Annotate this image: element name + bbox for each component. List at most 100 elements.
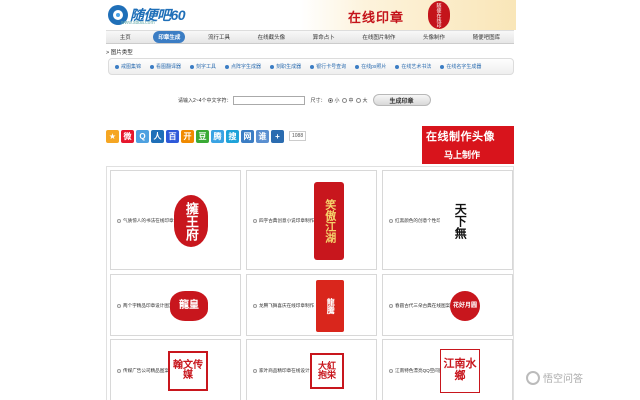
size-label: 尺寸： (310, 97, 326, 104)
category-link[interactable]: 刻职生成器 (270, 63, 301, 70)
seal-text-input[interactable] (233, 95, 306, 105)
category-link[interactable]: 戒图集锦 (115, 63, 141, 70)
seal-template-option[interactable]: 龙腾飞舞喜庆在线印章制作 (253, 303, 314, 309)
nav-item[interactable]: 主页 (115, 31, 136, 43)
plus-icon[interactable]: + (271, 129, 284, 143)
nav-item[interactable]: 在线截头像 (253, 31, 291, 43)
kaixin-icon[interactable]: 开 (181, 129, 194, 143)
banner-title: 在线印章 (348, 10, 405, 25)
seal-preview-image: 翰文传媒 (168, 351, 208, 391)
seal-template-card[interactable]: 江南特色漂亮QQ空间图案 江南水鄉 (382, 339, 513, 400)
baidu-icon[interactable]: 百 (166, 129, 179, 143)
seal-template-grid: 气质惊人的书法在线印章设计 擁王府 四字古典创意小说印章制作 笑傲江湖 红黑颜色的创意个… (106, 166, 514, 400)
nav-item[interactable]: 头像制作 (418, 31, 450, 43)
seal-template-option[interactable]: 四字古典创意小说印章制作 (253, 218, 314, 224)
bullet-icon (225, 64, 230, 69)
star-icon[interactable]: ★ (106, 129, 119, 143)
category-link[interactable]: 看图翻译器 (150, 63, 181, 70)
seal-template-card[interactable]: 气质惊人的书法在线印章设计 擁王府 (110, 170, 241, 270)
category-link[interactable]: 点阵字生成器 (225, 63, 261, 70)
category-link-label: 戒图集锦 (121, 64, 142, 70)
seal-preview-image: 江南水鄉 (440, 349, 480, 393)
seal-template-card[interactable]: 两个字精品印章设计图案 龍皇 (110, 274, 241, 336)
category-link-label: 在线名字生成器 (446, 64, 482, 70)
seal-template-card[interactable]: 红黑颜色的创意个性印章设计 天下無 (382, 170, 513, 270)
seal-template-option[interactable]: 春圆古代三朵古典在线图案 (389, 303, 450, 309)
seal-template-option[interactable]: 两个字精品印章设计图案 (117, 303, 174, 309)
seal-template-card[interactable]: 家叶商品精印章在线设计 大紅抱栄 (246, 339, 377, 400)
logo-url: www.sbba.com (121, 20, 155, 26)
template-radio[interactable] (253, 369, 257, 373)
template-radio[interactable] (389, 369, 393, 373)
template-radio[interactable] (117, 304, 121, 308)
category-panel: > 图片类型 戒图集锦 看图翻译器 刻字工具 点阵字生成器 刻职生成器 银行卡号查询 在线p… (106, 46, 514, 80)
main-nav: 主页 印章生成 流行工具 在线截头像 算命占卜 在线图片制作 头像制作 随便吧图库 (106, 30, 514, 44)
template-radio[interactable] (253, 219, 257, 223)
size-radio[interactable] (327, 97, 333, 103)
seal-preview-image: 天下無 (440, 197, 480, 245)
category-link[interactable]: 刻字工具 (190, 63, 216, 70)
seal-preview-image: 擁王府 (174, 195, 208, 247)
template-radio[interactable] (389, 219, 393, 223)
size-radio[interactable] (355, 97, 361, 103)
sohu-icon[interactable]: 搜 (226, 129, 239, 143)
category-title: > 图片类型 (106, 50, 133, 56)
bullet-icon (440, 64, 445, 69)
category-link-label: 刻职生成器 (276, 64, 302, 70)
douban-icon[interactable]: 豆 (196, 129, 209, 143)
weibo-icon[interactable]: 微 (121, 129, 134, 143)
seal-template-card[interactable]: 龙腾飞舞喜庆在线印章制作 龍騰 (246, 274, 377, 336)
category-link[interactable]: 在线ps照片 (355, 63, 386, 70)
netease-icon[interactable]: 网 (241, 129, 254, 143)
nav-item[interactable]: 在线图片制作 (357, 31, 400, 43)
seal-template-option[interactable]: 家叶商品精印章在线设计 (253, 368, 310, 374)
category-link[interactable]: 在线名字生成器 (440, 63, 481, 70)
tencent-icon[interactable]: 腾 (211, 129, 224, 143)
template-caption: 家叶商品精印章在线设计 (259, 368, 310, 373)
size-radio-label: 小 (334, 97, 340, 104)
banner-seal: 随便在线印 (428, 1, 450, 29)
template-caption: 龙腾飞舞喜庆在线印章制作 (259, 303, 315, 308)
bullet-icon (310, 64, 315, 69)
text-input-label: 请输入2~4个中文字符： (178, 97, 232, 104)
seal-preview-image: 花好月圆 (450, 291, 480, 321)
bullet-icon (115, 64, 119, 69)
ad-headline: 在线制作头像 (426, 131, 495, 143)
share-bar: ★ 微 Q 人百开豆腾搜网谁 +1088 (106, 129, 307, 143)
watermark-text: 悟空问答 (543, 374, 583, 385)
template-radio[interactable] (253, 304, 257, 308)
nav-item[interactable]: 算命占卜 (308, 31, 340, 43)
category-bar: 戒图集锦 看图翻译器 刻字工具 点阵字生成器 刻职生成器 银行卡号查询 在线ps照片 在线艺术… (108, 58, 514, 75)
generate-seal-button[interactable]: 生成印章 (372, 94, 431, 106)
share-count: 1088 (289, 131, 307, 141)
seal-preview-image: 龍騰 (316, 280, 344, 332)
template-radio[interactable] (389, 304, 393, 308)
nav-item[interactable]: 随便吧图库 (468, 31, 506, 43)
watermark-logo-icon (526, 370, 540, 385)
seal-preview-image: 龍皇 (170, 291, 208, 321)
template-caption: 四字古典创意小说印章制作 (259, 218, 315, 223)
size-options: 小中大 (327, 97, 368, 104)
template-radio[interactable] (117, 219, 121, 223)
renren-icon[interactable]: 人 (151, 129, 164, 143)
size-selector: 尺寸： 小 中 大 (310, 97, 368, 104)
category-link[interactable]: 银行卡号查询 (310, 63, 346, 70)
seal-preview-image: 笑傲江湖 (314, 182, 344, 260)
seal-template-card[interactable]: 春圆古代三朵古典在线图案 花好月圆 (382, 274, 513, 336)
seal-template-option[interactable]: 气质惊人的书法在线印章设计 (117, 218, 183, 224)
more-icon[interactable]: 谁 (256, 129, 269, 143)
seal-template-card[interactable]: 传媒广告公司精品图案制作 翰文传媒 (110, 339, 241, 400)
nav-item[interactable]: 流行工具 (203, 31, 235, 43)
bullet-icon (395, 64, 400, 69)
category-link-label: 在线艺术书法 (401, 64, 432, 70)
seal-template-card[interactable]: 四字古典创意小说印章制作 笑傲江湖 (246, 170, 377, 270)
make-avatar-ad[interactable]: 在线制作头像 马上制作 (422, 126, 514, 164)
category-link[interactable]: 在线艺术书法 (395, 63, 431, 70)
ad-cta: 马上制作 (444, 150, 481, 160)
header-banner (300, 0, 516, 30)
size-radio[interactable] (341, 97, 347, 103)
size-radio-label: 中 (348, 97, 354, 104)
template-radio[interactable] (117, 369, 121, 373)
nav-item[interactable]: 印章生成 (153, 31, 186, 43)
qzone-icon[interactable]: Q (136, 129, 149, 143)
